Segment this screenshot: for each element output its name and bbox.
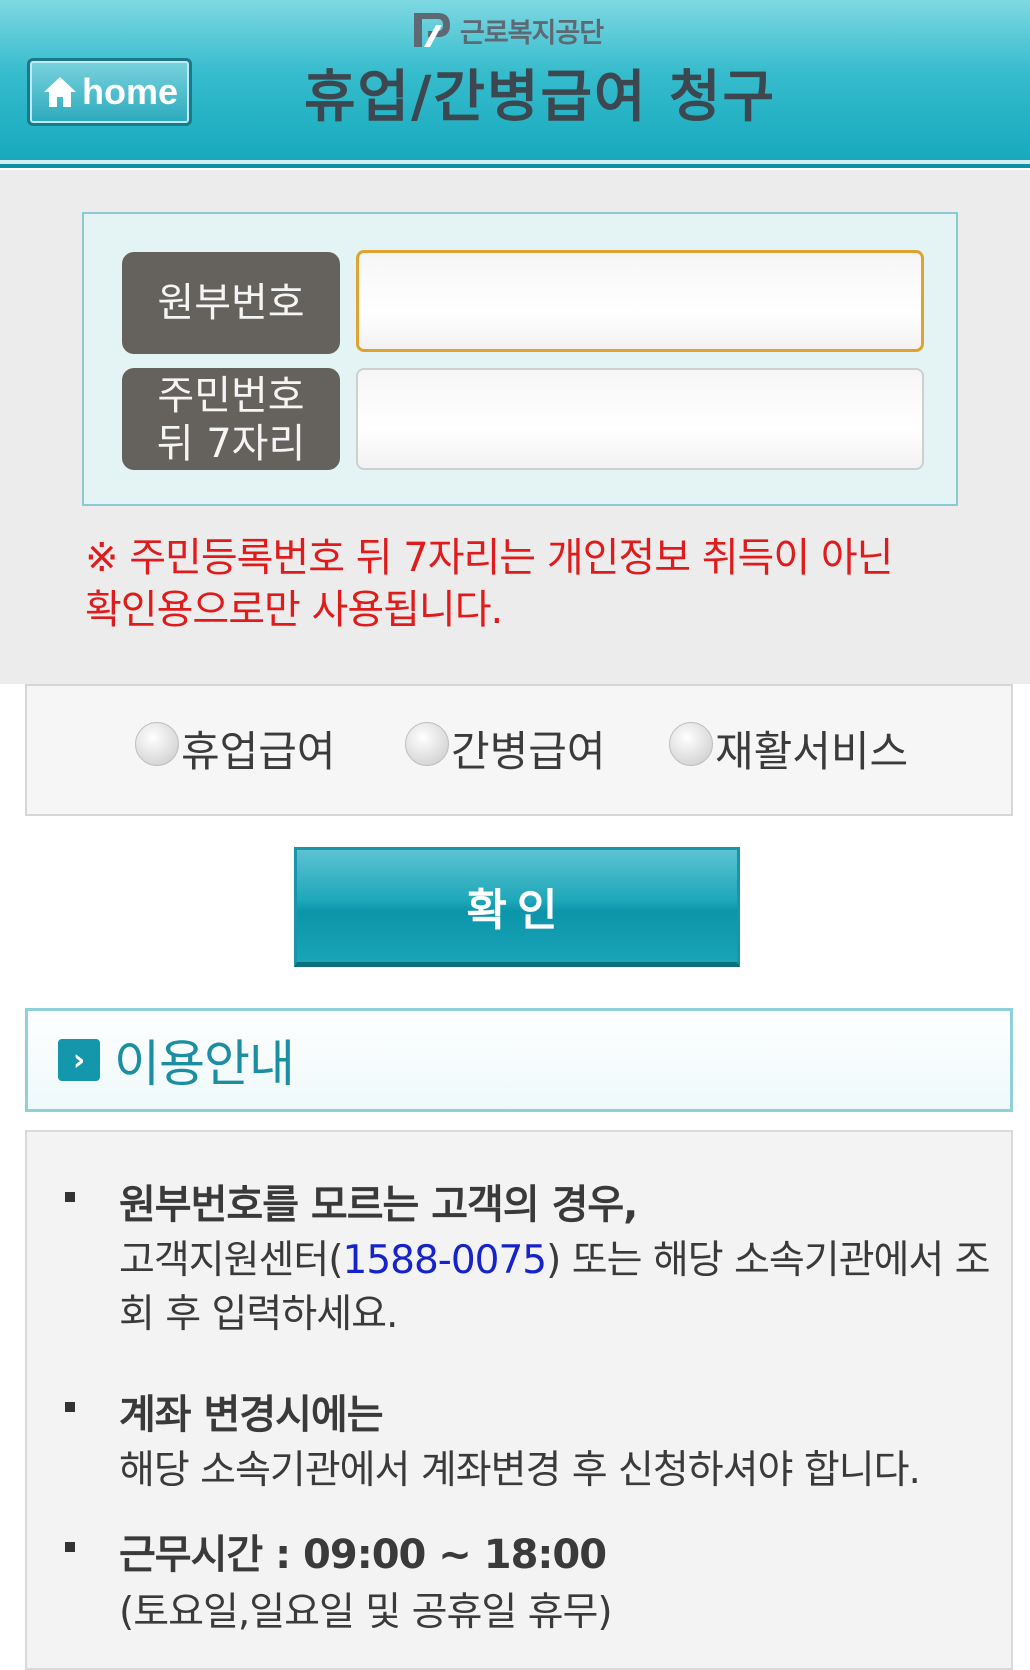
- benefit-type-group: 휴업급여 간병급여 재활서비스: [25, 684, 1013, 816]
- phone-number[interactable]: 1588-0075: [343, 1238, 548, 1283]
- radio-label: 휴업급여: [181, 727, 336, 776]
- guide-text-part: 고객지원센터(: [119, 1238, 343, 1283]
- confirm-button[interactable]: 확인: [294, 847, 740, 967]
- ledger-number-input[interactable]: [356, 250, 924, 352]
- page-title: 휴업/간병급여 청구: [303, 65, 777, 130]
- radio-care-benefit[interactable]: 간병급여: [405, 718, 606, 779]
- guide-item-text: 고객지원센터(1588-0075) 또는 해당 소속기관에서 조회 후 입력하세…: [119, 1234, 999, 1342]
- privacy-notice-line2: 확인용으로만 사용됩니다.: [85, 587, 503, 633]
- radio-button[interactable]: [135, 721, 179, 766]
- resident-number-label-line1: 주민번호: [157, 373, 305, 419]
- chevron-right-icon: ›: [58, 1039, 100, 1081]
- radio-rehab-service[interactable]: 재활서비스: [669, 718, 908, 779]
- agency-logo: 근로복지공단: [412, 10, 604, 50]
- guide-item-heading: 근무시간 : 09:00 ~ 18:00: [119, 1532, 607, 1578]
- ledger-number-label: 원부번호: [122, 252, 340, 354]
- bullet-icon: [65, 1542, 75, 1552]
- app-header: 근로복지공단 home 휴업/간병급여 청구: [0, 0, 1030, 168]
- claim-form-section: 원부번호 주민번호 뒤 7자리 ※ 주민등록번호 뒤 7자리는 개인정보 취득이…: [0, 170, 1030, 684]
- radio-label: 재활서비스: [715, 727, 909, 776]
- guide-item-text: (토요일,일요일 및 공휴일 휴무): [119, 1590, 613, 1635]
- radio-label: 간병급여: [451, 727, 606, 776]
- privacy-notice: ※ 주민등록번호 뒤 7자리는 개인정보 취득이 아닌 확인용으로만 사용됩니다…: [85, 532, 985, 636]
- resident-number-input[interactable]: [356, 368, 924, 470]
- guide-item-text: 해당 소속기관에서 계좌변경 후 신청하셔야 합니다.: [119, 1448, 921, 1493]
- resident-number-label-line2: 뒤 7자리: [156, 421, 306, 467]
- bullet-icon: [65, 1192, 75, 1202]
- agency-logo-icon: [414, 13, 450, 47]
- resident-number-label: 주민번호 뒤 7자리: [122, 368, 340, 470]
- radio-button[interactable]: [669, 721, 713, 766]
- privacy-notice-line1: ※ 주민등록번호 뒤 7자리는 개인정보 취득이 아닌: [85, 535, 893, 581]
- guide-item-heading: 원부번호를 모르는 고객의 경우,: [119, 1182, 638, 1228]
- radio-leave-benefit[interactable]: 휴업급여: [135, 718, 336, 779]
- guide-item-heading: 계좌 변경시에는: [119, 1392, 384, 1438]
- radio-button[interactable]: [405, 721, 449, 766]
- usage-guide-header: › 이용안내: [25, 1008, 1013, 1112]
- agency-name: 근로복지공단: [460, 17, 604, 49]
- claim-form: 원부번호 주민번호 뒤 7자리: [82, 212, 958, 506]
- usage-guide-body: 원부번호를 모르는 고객의 경우, 고객지원센터(1588-0075) 또는 해…: [25, 1130, 1013, 1670]
- header-divider: [0, 160, 1030, 164]
- usage-guide-title: 이용안내: [114, 1035, 295, 1093]
- bullet-icon: [65, 1402, 75, 1412]
